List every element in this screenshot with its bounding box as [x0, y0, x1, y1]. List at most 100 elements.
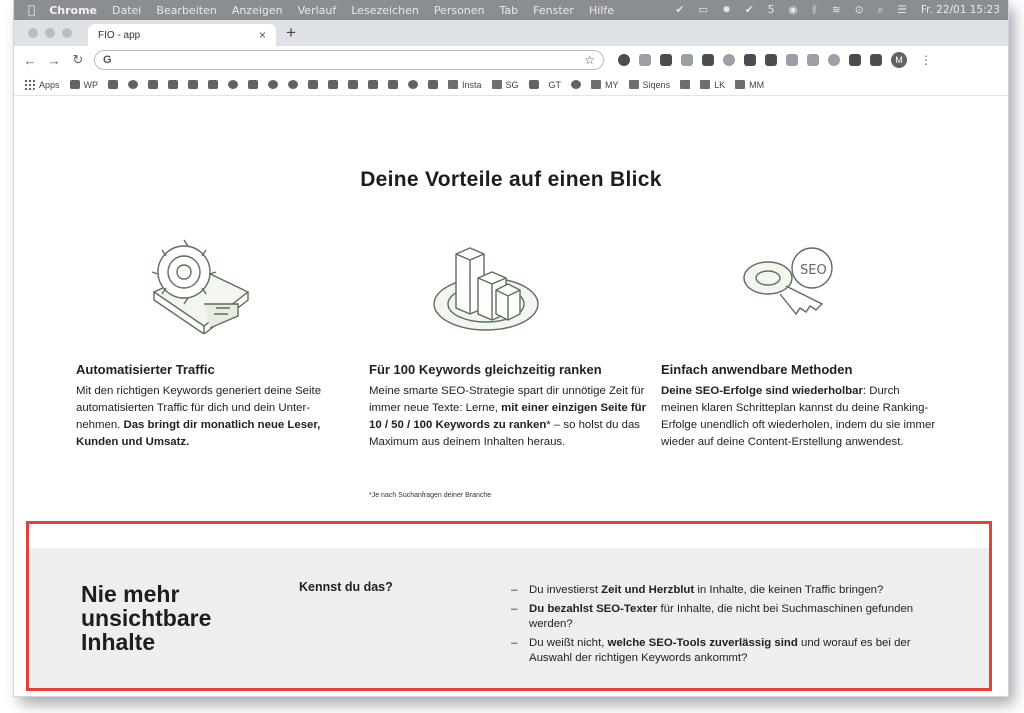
extension-icon[interactable] [681, 54, 693, 66]
reload-icon[interactable]: ↻ [70, 52, 86, 68]
forward-icon[interactable]: → [46, 53, 62, 68]
bookmark-icon-only[interactable] [148, 80, 159, 89]
bookmark-label: GT [548, 79, 562, 90]
bookmark-icon-only[interactable] [248, 80, 259, 89]
bookmark-icon-only[interactable] [680, 80, 691, 89]
tab-fio-app[interactable]: FIO - app × [88, 24, 276, 46]
browser-toolbar: ← → ↻ G ☆ M ⋮ [14, 46, 1008, 74]
bookmark-sg[interactable]: SG [491, 79, 519, 90]
tab-close-icon[interactable]: × [259, 28, 266, 42]
bookmarks-bar: Apps WP Insta SG GT MY Siqens LK MM [14, 74, 1008, 96]
bookmark-icon-only[interactable] [168, 80, 179, 89]
bookmark-icon-only[interactable] [408, 80, 419, 89]
pocket-icon[interactable] [639, 54, 651, 66]
back-icon[interactable]: ← [22, 53, 38, 68]
extension-icon[interactable] [660, 54, 672, 66]
t-logo-icon [69, 80, 80, 89]
extension-icon[interactable] [807, 54, 819, 66]
maximize-window-button[interactable] [62, 28, 72, 38]
menu-bearbeiten[interactable]: Bearbeiten [156, 4, 216, 17]
menu-lesezeichen[interactable]: Lesezeichen [351, 4, 419, 17]
gmail-icon[interactable] [702, 54, 714, 66]
menu-tab[interactable]: Tab [500, 4, 519, 17]
dropbox-icon [188, 80, 199, 89]
more-options-icon[interactable]: ⋮ [920, 53, 932, 67]
status-counter-icon[interactable]: ✔ [745, 4, 754, 16]
address-bar[interactable]: G ☆ [94, 50, 604, 70]
analytics-icon [328, 80, 339, 89]
menu-personen[interactable]: Personen [434, 4, 485, 17]
close-window-button[interactable] [28, 28, 38, 38]
bookmark-siqens[interactable]: Siqens [628, 80, 670, 90]
bookmark-insta[interactable]: Insta [448, 80, 482, 90]
spotify-icon [128, 80, 139, 89]
bookmark-icon-only[interactable] [268, 80, 279, 89]
bookmark-label: Insta [462, 79, 482, 90]
apple-icon[interactable]:  [28, 3, 35, 17]
checkmark-icon[interactable]: ✔ [675, 4, 684, 16]
bookmark-my[interactable]: MY [591, 80, 619, 90]
bookmark-icon [248, 80, 259, 89]
profile-avatar[interactable]: M [891, 52, 907, 68]
t-logo-icon [108, 80, 119, 89]
wifi-icon[interactable]: ≋ [832, 4, 841, 16]
bookmark-icon-only[interactable] [228, 80, 239, 89]
google-icon: G [103, 54, 112, 66]
address-input[interactable] [117, 54, 579, 66]
bookmark-icon-only[interactable] [188, 80, 199, 89]
record-icon[interactable]: ◉ [788, 4, 797, 16]
bluetooth-icon[interactable]: ᛒ [812, 4, 818, 16]
spotlight-search-icon[interactable]: ⌕ [878, 4, 884, 17]
bookmark-icon [528, 80, 539, 89]
extension-icon[interactable] [765, 54, 777, 66]
bar-chart-icon [433, 247, 539, 331]
user-icon[interactable]: ⊙ [855, 4, 864, 16]
minimize-window-button[interactable] [45, 28, 55, 38]
folder-icon [680, 80, 691, 89]
puzzle-icon[interactable] [870, 54, 882, 66]
extension-icon[interactable] [723, 54, 735, 66]
bookmark-label: SG [505, 79, 519, 90]
menu-hilfe[interactable]: Hilfe [589, 4, 614, 17]
bookmark-icon-only[interactable] [528, 80, 539, 89]
pain-point-list: Du investierst Zeit und Herzblut in Inha… [511, 583, 951, 670]
bookmark-icon-only[interactable] [128, 80, 139, 89]
new-tab-button[interactable]: + [286, 22, 296, 46]
bookmark-label: Apps [39, 79, 60, 90]
extension-icon[interactable] [849, 54, 861, 66]
search-icon[interactable] [828, 54, 840, 66]
calendar-icon [168, 80, 179, 89]
bookmark-icon-only[interactable] [208, 80, 219, 89]
bookmark-lk[interactable]: LK [700, 80, 725, 90]
clock[interactable]: Fr. 22/01 15:23 [921, 4, 1000, 16]
list-item: Du investierst Zeit und Herzblut in Inha… [511, 583, 951, 598]
menu-anzeigen[interactable]: Anzeigen [232, 4, 283, 17]
extension-icon[interactable] [786, 54, 798, 66]
bookmark-apps[interactable]: Apps [24, 79, 60, 90]
bookmark-icon-only[interactable] [348, 80, 359, 89]
menu-datei[interactable]: Datei [112, 4, 141, 17]
bookmark-wp[interactable]: WP [69, 80, 98, 90]
extension-icon[interactable] [744, 54, 756, 66]
bookmark-icon-only[interactable] [328, 80, 339, 89]
menu-fenster[interactable]: Fenster [533, 4, 574, 17]
bookmark-icon-only[interactable] [428, 80, 439, 89]
bookmark-mm[interactable]: MM [735, 80, 764, 90]
bookmark-star-icon[interactable]: ☆ [584, 53, 595, 67]
menu-verlauf[interactable]: Verlauf [298, 4, 337, 17]
brightness-icon[interactable]: ✹ [722, 4, 731, 16]
bookmark-icon-only[interactable] [388, 80, 399, 89]
bookmark-icon [148, 80, 159, 89]
bookmark-icon-only[interactable] [571, 80, 582, 89]
bookmark-icon-only[interactable] [288, 80, 299, 89]
gear-icon [151, 239, 250, 334]
bookmark-icon-only[interactable] [368, 80, 379, 89]
bookmark-gt[interactable]: GT [549, 80, 562, 90]
bookmark-icon-only[interactable] [108, 80, 119, 89]
camera-icon[interactable]: ▭ [698, 4, 708, 16]
bookmark-icon-only[interactable] [308, 80, 319, 89]
menu-app-name[interactable]: Chrome [49, 4, 97, 17]
benefit-title: Für 100 Keywords gleichzeitig ranken [369, 362, 602, 377]
extension-icon[interactable] [618, 54, 630, 66]
control-center-icon[interactable]: ☰ [897, 4, 906, 16]
